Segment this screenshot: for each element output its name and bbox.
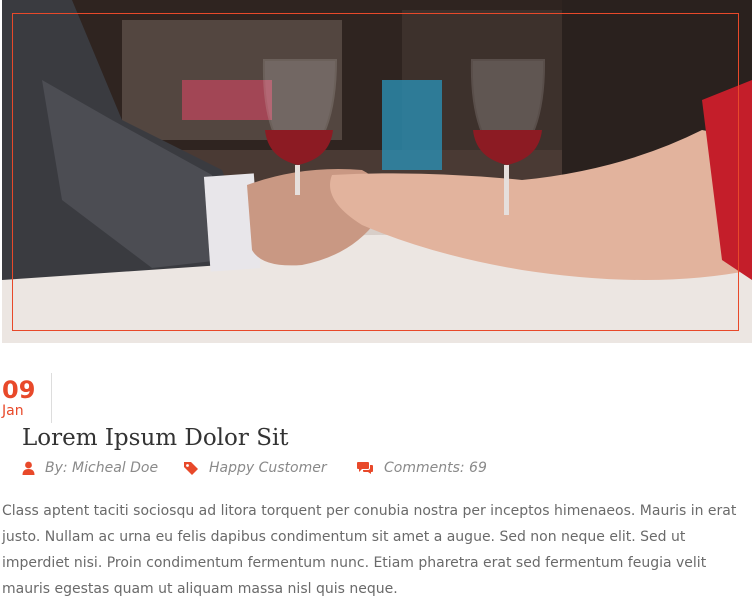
post-author[interactable]: By: Micheal Doe xyxy=(22,458,158,478)
date-divider xyxy=(51,373,52,423)
post-date-day: 09 xyxy=(2,376,36,404)
post-hero-image[interactable] xyxy=(2,0,752,343)
comments-icon xyxy=(357,462,373,474)
image-hover-frame xyxy=(12,13,739,331)
post-date-month: Jan xyxy=(2,403,24,419)
user-icon xyxy=(22,461,35,475)
post-category-label: Happy Customer xyxy=(209,460,327,476)
tag-icon xyxy=(184,462,198,475)
post-author-label: By: Micheal Doe xyxy=(45,460,159,476)
post-comments[interactable]: Comments: 69 xyxy=(356,458,487,478)
post-title[interactable]: Lorem Ipsum Dolor Sit xyxy=(22,422,289,454)
post-comments-label: Comments: 69 xyxy=(384,460,487,476)
post-category[interactable]: Happy Customer xyxy=(183,458,327,478)
post-excerpt: Class aptent taciti sociosqu ad litora t… xyxy=(2,503,737,597)
